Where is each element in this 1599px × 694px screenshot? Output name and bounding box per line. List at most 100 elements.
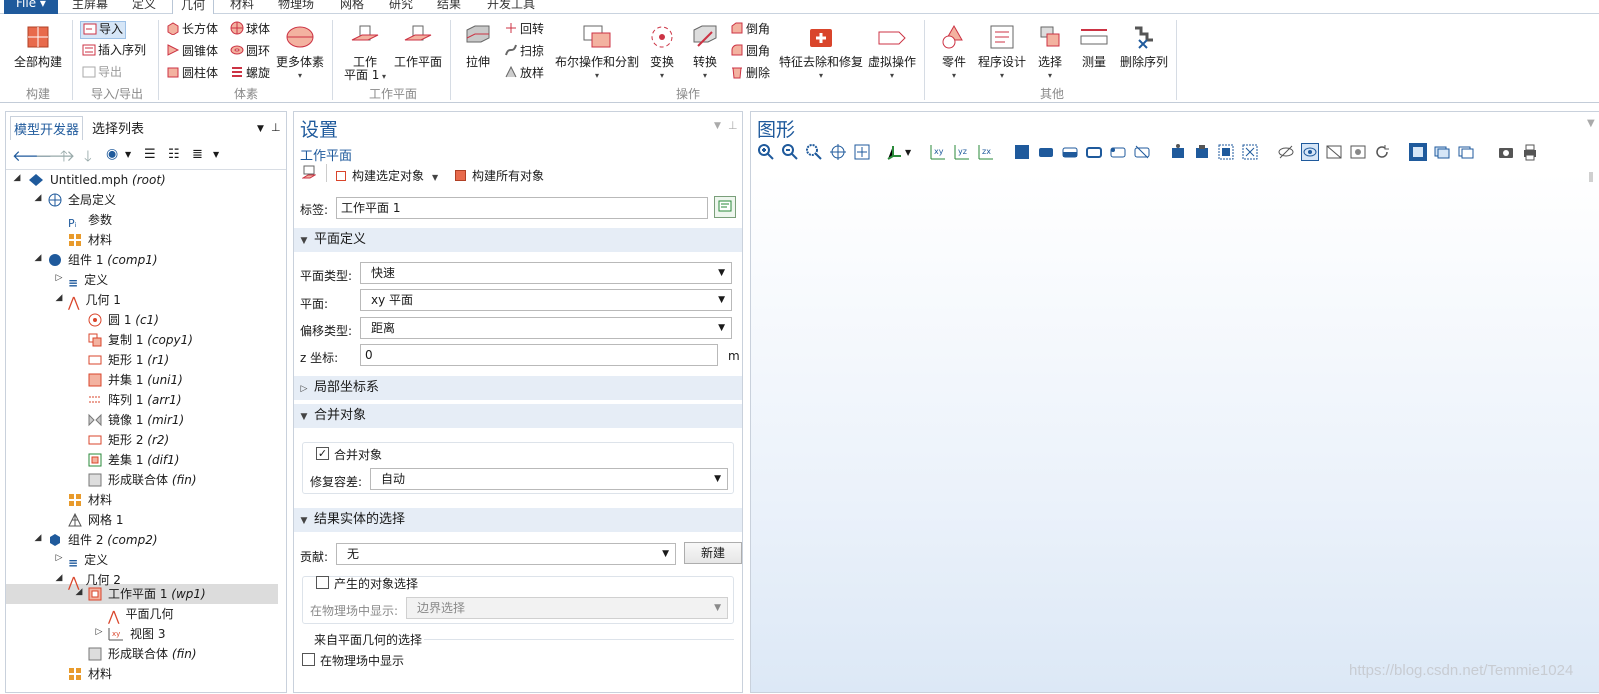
selections-button[interactable]: 选择 ▾	[1032, 24, 1068, 82]
render-icon[interactable]	[1433, 143, 1451, 161]
tree-item-mesh-1[interactable]: 网格 1	[68, 510, 123, 530]
graphics-scrollbar[interactable]	[1589, 172, 1593, 182]
cylinder-button[interactable]: 圆柱体	[166, 65, 218, 82]
build-all-button[interactable]: 全部构建	[10, 24, 66, 69]
select-edges-icon[interactable]	[1085, 143, 1103, 161]
tree-item-view-3[interactable]: xy 视图 3	[108, 624, 165, 644]
view-yz-icon[interactable]: yz	[953, 143, 971, 161]
view-zx-icon[interactable]: zx	[977, 143, 995, 161]
transparency-icon[interactable]	[1349, 143, 1367, 161]
tree-view-icon[interactable]: ≣	[192, 147, 203, 162]
offset-type-select[interactable]: 距离 ▼	[360, 317, 732, 339]
loft-button[interactable]: 放样	[504, 65, 544, 82]
build-all-objects-button[interactable]: 构建所有对象	[455, 167, 544, 184]
tree-item-definitions[interactable]: ≡ 定义	[68, 550, 108, 570]
tree-item-difference-1[interactable]: 差集 1 (dif1)	[88, 450, 179, 470]
object-selection-checkbox[interactable]	[316, 576, 329, 589]
hide-objects-icon[interactable]	[1169, 143, 1187, 161]
tab-model-builder[interactable]: 模型开发器	[10, 116, 84, 140]
expander-icon[interactable]: ◢	[74, 587, 84, 597]
tree-item-component-1[interactable]: 组件 1 (comp1)	[48, 250, 158, 270]
tab-mesh[interactable]: 网格	[340, 0, 364, 11]
pin-icon[interactable]: ⊥	[271, 121, 281, 134]
section-plane-definition[interactable]: ▼ 平面定义	[294, 228, 742, 252]
section-unite-objects[interactable]: ▼ 合并对象	[294, 404, 742, 428]
zoom-box-icon[interactable]	[805, 143, 823, 161]
print-icon[interactable]	[1521, 143, 1539, 161]
file-menu-button[interactable]: File ▾	[4, 0, 58, 14]
build-selected-button[interactable]: 构建选定对象 ▼	[336, 167, 438, 184]
expander-icon[interactable]: ◢	[33, 193, 43, 203]
work-plane-icon[interactable]	[301, 165, 317, 184]
view-xy-icon[interactable]: xy	[929, 143, 947, 161]
tree-item-global-definitions[interactable]: 全局定义	[48, 190, 116, 210]
expander-icon[interactable]: ◢	[33, 253, 43, 263]
tree-item-mirror-1[interactable]: 镜像 1 (mir1)	[88, 410, 184, 430]
panel-menu-icon[interactable]: ▼	[714, 121, 721, 131]
delete-sequence-button[interactable]: 删除序列	[1118, 24, 1170, 69]
axes-icon[interactable]	[885, 143, 903, 161]
tree-item-copy-1[interactable]: 复制 1 (copy1)	[88, 330, 193, 350]
label-edit-icon[interactable]	[714, 196, 736, 218]
expander-icon[interactable]: ▷	[54, 273, 64, 283]
expand-all-icon[interactable]: ☷	[168, 147, 180, 162]
zoom-selected-icon[interactable]	[829, 143, 847, 161]
show-in-physics-checkbox[interactable]	[302, 653, 315, 666]
tree-item-geometry-1[interactable]: ⋀ 几何 1	[68, 290, 121, 311]
work-plane-dropdown-button[interactable]: 工作 平面 1 ▾	[342, 24, 388, 83]
tab-definitions[interactable]: 定义	[132, 0, 156, 11]
sphere-button[interactable]: 球体	[230, 21, 270, 38]
insert-sequence-button[interactable]: 插入序列	[82, 43, 146, 59]
tree-item-form-union[interactable]: 形成联合体 (fin)	[88, 644, 197, 664]
tab-home[interactable]: 主屏幕	[72, 0, 108, 11]
camera-icon[interactable]	[1497, 143, 1515, 161]
parts-button[interactable]: 零件 ▾	[934, 24, 974, 82]
label-field[interactable]: 工作平面 1	[336, 197, 708, 219]
clear-selection-icon[interactable]	[1133, 143, 1151, 161]
export-button[interactable]: 导出	[82, 65, 122, 81]
move-up-icon[interactable]: 🡑	[60, 146, 68, 171]
tree-item-rectangle-2[interactable]: 矩形 2 (r2)	[88, 430, 169, 450]
tab-physics[interactable]: 物理场	[278, 0, 314, 11]
revolve-button[interactable]: 回转	[504, 21, 544, 38]
chevron-down-icon[interactable]: ▼	[213, 150, 219, 159]
new-selection-button[interactable]: 新建	[684, 542, 742, 564]
tree-item-materials[interactable]: 材料	[68, 664, 112, 684]
tab-study[interactable]: 研究	[389, 0, 413, 11]
chevron-down-icon[interactable]: ▼	[125, 150, 131, 159]
tree-item-component-2[interactable]: 组件 2 (comp2)	[48, 530, 158, 550]
select-domains-icon[interactable]	[1037, 143, 1055, 161]
expander-icon[interactable]: ◢	[54, 293, 64, 303]
tree-item-plane-geometry[interactable]: ⋀ 平面几何	[108, 604, 174, 625]
expander-icon[interactable]: ◢	[33, 533, 43, 543]
virtual-operations-button[interactable]: 虚拟操作 ▾	[866, 24, 918, 82]
chevron-down-icon[interactable]: ▼	[905, 148, 923, 166]
zoom-in-icon[interactable]	[757, 143, 775, 161]
tree-item-work-plane-1[interactable]: 工作平面 1 (wp1)	[88, 584, 206, 604]
unite-objects-checkbox[interactable]: ✓	[316, 447, 329, 460]
tree-item-union-1[interactable]: 并集 1 (uni1)	[88, 370, 183, 390]
extrude-button[interactable]: 拉伸	[458, 24, 498, 69]
tree-item-circle-1[interactable]: 圆 1 (c1)	[88, 310, 159, 330]
tree-item-array-1[interactable]: 阵列 1 (arr1)	[88, 390, 182, 410]
expander-icon[interactable]: ▷	[94, 627, 104, 637]
show-eye-icon[interactable]	[1301, 143, 1319, 161]
work-plane-button[interactable]: 工作平面	[392, 24, 444, 69]
transforms-button[interactable]: 变换 ▾	[646, 24, 678, 82]
import-button[interactable]: 导入	[80, 21, 127, 39]
zoom-extents-icon[interactable]	[853, 143, 871, 161]
tree-item-materials[interactable]: 材料	[68, 490, 112, 510]
panel-menu-icon[interactable]: ▼	[257, 124, 264, 134]
scene-light-icon[interactable]	[1409, 143, 1427, 161]
defeaturing-button[interactable]: 特征去除和修复 ▾	[778, 24, 864, 82]
tab-geometry[interactable]: 几何	[172, 0, 215, 15]
zoom-out-icon[interactable]	[781, 143, 799, 161]
tree-item-parameters[interactable]: Pᵢ 参数	[68, 210, 112, 230]
expander-icon[interactable]: ◢	[12, 173, 22, 183]
measure-button[interactable]: 测量	[1074, 24, 1114, 69]
wireframe-icon[interactable]	[1325, 143, 1343, 161]
tab-results[interactable]: 结果	[437, 0, 461, 11]
section-local-coordinate-system[interactable]: ▷ 局部坐标系	[294, 376, 742, 400]
sweep-button[interactable]: 扫掠	[504, 43, 544, 60]
plane-select[interactable]: xy 平面 ▼	[360, 289, 732, 311]
